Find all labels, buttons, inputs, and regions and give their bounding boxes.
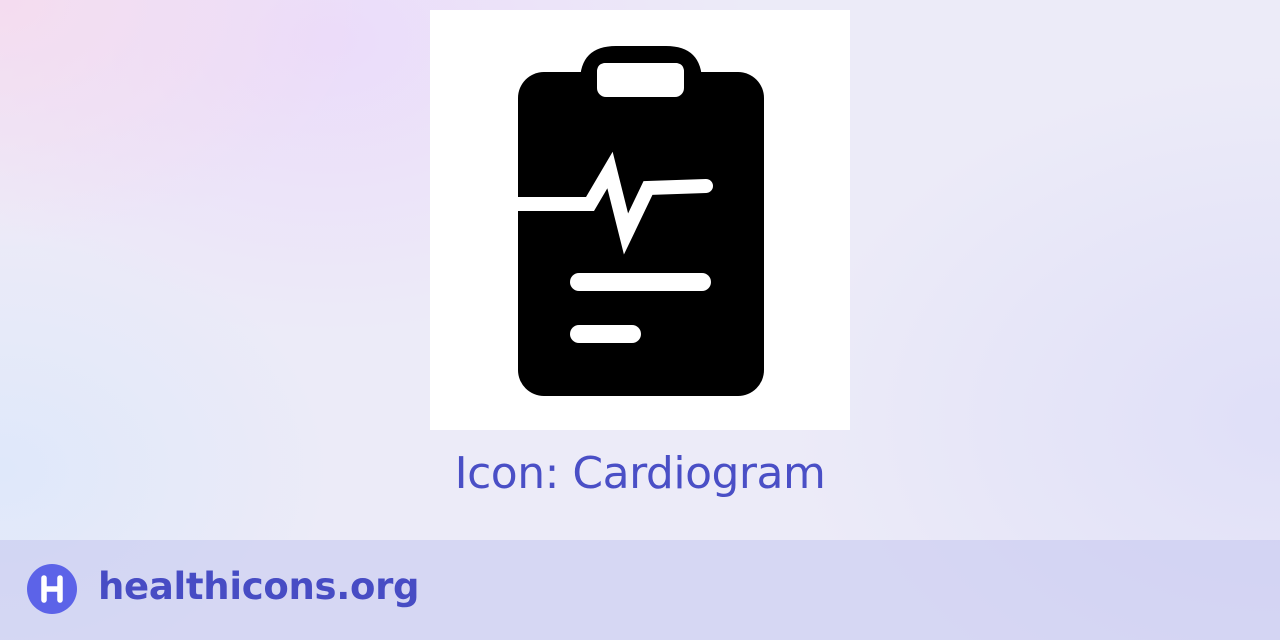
healthicons-logo-icon[interactable]: [27, 564, 77, 614]
icon-title: Icon: Cardiogram: [454, 448, 826, 499]
icon-preview-card: [430, 10, 850, 430]
footer-bar: healthicons.org: [0, 540, 1280, 640]
cardiogram-icon: [490, 46, 764, 396]
site-name-link[interactable]: healthicons.org: [98, 562, 420, 612]
